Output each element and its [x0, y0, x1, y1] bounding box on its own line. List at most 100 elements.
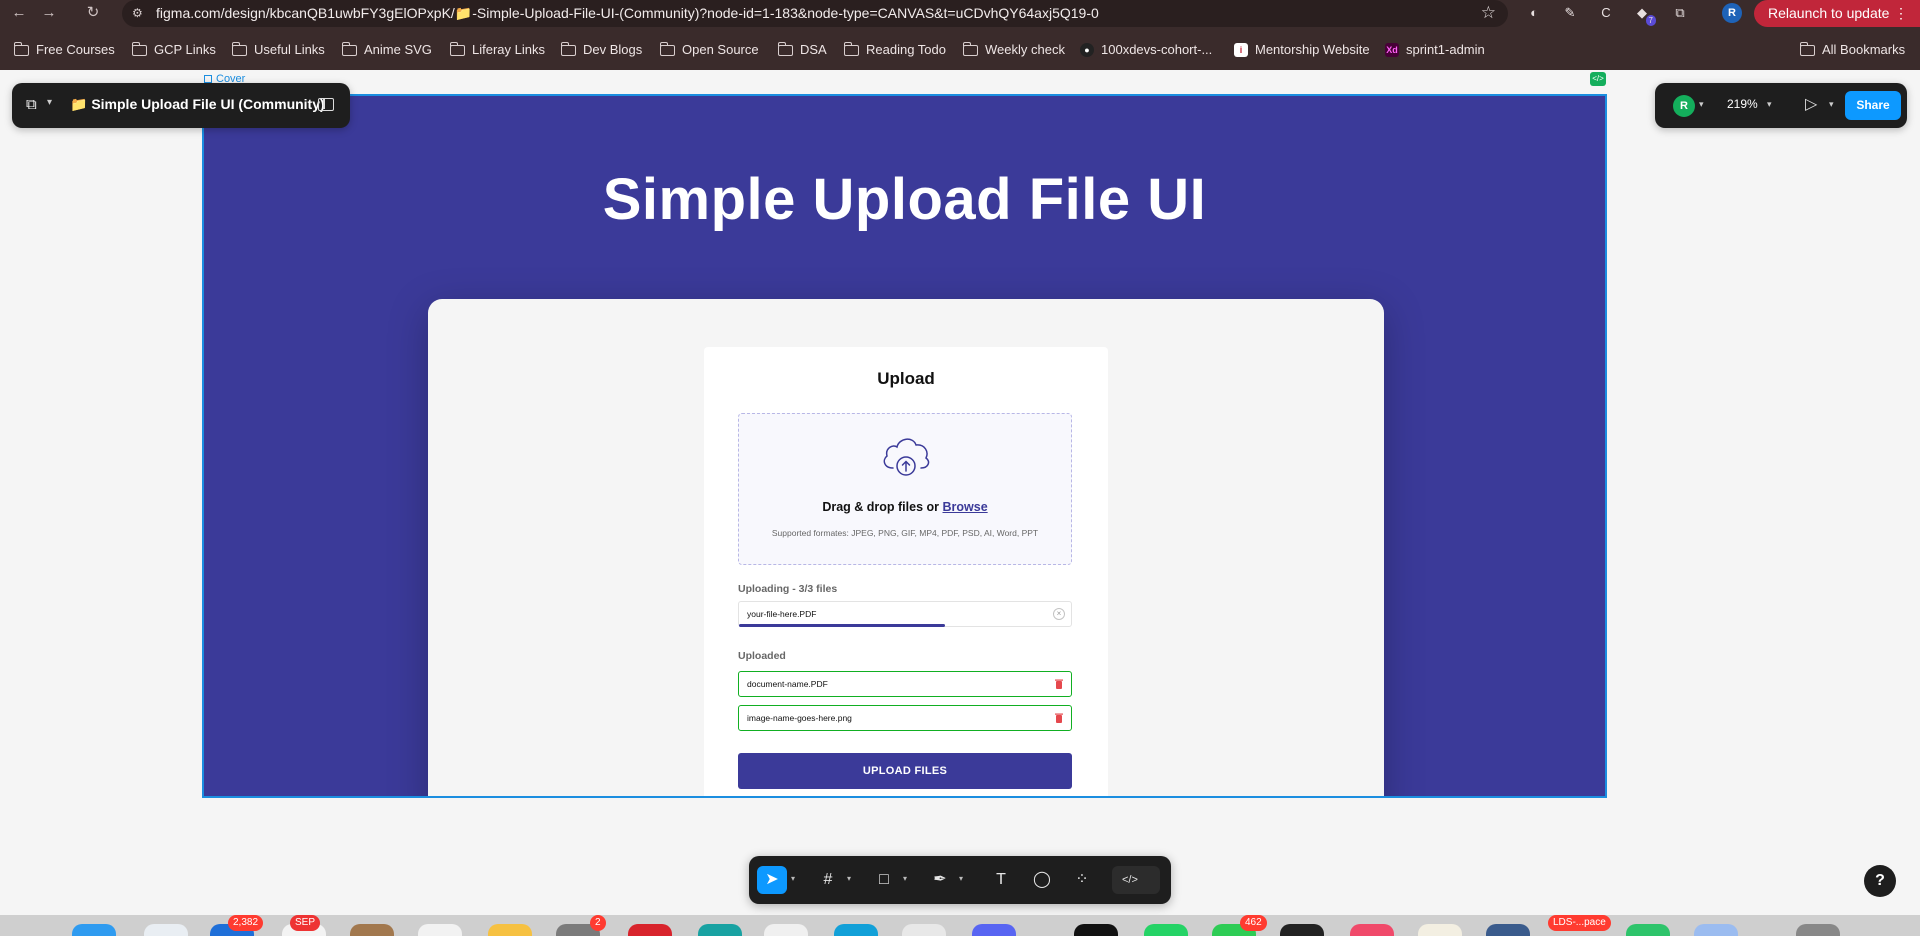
app-icon[interactable] — [1626, 924, 1670, 936]
comment-tool-icon[interactable]: ◯ — [1027, 866, 1057, 894]
extension-badge: 7 — [1645, 15, 1656, 26]
pen-tool-icon[interactable]: ✒ — [925, 866, 955, 894]
app-icon[interactable] — [1694, 924, 1738, 936]
safari-icon[interactable] — [144, 924, 188, 936]
preview-panel: Upload Drag & drop files or Browse Suppo… — [428, 299, 1384, 796]
chevron-down-icon[interactable]: ▾ — [1699, 99, 1704, 110]
extension-c-icon[interactable]: C — [1596, 3, 1616, 23]
mail-badge: 2,382 — [228, 915, 264, 931]
app-icon[interactable] — [1418, 924, 1462, 936]
figma-canvas[interactable]: Cover </> Simple Upload File UI Upload D… — [0, 70, 1920, 915]
browser-toolbar: ← → ↻ ⚙ figma.com/design/kbcanQB1uwbFY3g… — [0, 0, 1920, 27]
chevron-down-icon[interactable]: ▾ — [1829, 99, 1834, 110]
figma-toolbar: ➤ ▾ # ▾ □ ▾ ✒ ▾ T ◯ ⁘ </> — [749, 856, 1171, 904]
chevron-down-icon[interactable]: ▾ — [47, 97, 52, 108]
back-icon[interactable]: ← — [8, 2, 30, 24]
figma-menu-icon[interactable]: ⧉ — [26, 96, 37, 113]
address-bar[interactable]: ⚙ figma.com/design/kbcanQB1uwbFY3gElOPxp… — [122, 0, 1508, 27]
app-icon[interactable] — [1350, 924, 1394, 936]
present-play-icon[interactable]: ▷ — [1805, 94, 1817, 114]
app-icon[interactable] — [764, 924, 808, 936]
reload-icon[interactable]: ↻ — [82, 2, 104, 24]
app-icon[interactable] — [1486, 924, 1530, 936]
github-icon: ● — [1080, 43, 1094, 57]
rectangle-tool-icon[interactable]: □ — [869, 866, 899, 894]
bookmark-folder[interactable]: Liferay Links — [449, 36, 545, 64]
delete-icon[interactable] — [1055, 679, 1063, 689]
folder-icon — [449, 41, 465, 56]
app-icon[interactable] — [834, 924, 878, 936]
extension-icon[interactable]: ◐ — [1524, 3, 1544, 23]
site-settings-icon[interactable]: ⚙ — [132, 5, 148, 21]
cover-title: Simple Upload File UI — [602, 167, 1207, 232]
toggle-sidebar-icon[interactable] — [318, 98, 334, 111]
file-title[interactable]: 📁 Simple Upload File UI (Community) — [70, 96, 325, 113]
extension-pen-icon[interactable]: ✎ — [1560, 3, 1580, 23]
bookmark-folder[interactable]: Useful Links — [231, 36, 325, 64]
bookmark-folder[interactable]: Free Courses — [13, 36, 115, 64]
bookmark-folder[interactable]: Weekly check — [962, 36, 1065, 64]
whatsapp-icon[interactable] — [1144, 924, 1188, 936]
folder-icon — [131, 41, 147, 56]
reminders-icon[interactable] — [418, 924, 462, 936]
dropzone[interactable]: Drag & drop files or Browse Supported fo… — [738, 413, 1072, 565]
chevron-down-icon[interactable]: ▾ — [1767, 99, 1772, 110]
cover-frame[interactable]: Simple Upload File UI Upload Drag & drop… — [202, 94, 1607, 798]
stickies-icon[interactable] — [488, 924, 532, 936]
app-icon[interactable] — [1280, 924, 1324, 936]
bookmark-folder[interactable]: Anime SVG — [341, 36, 432, 64]
forward-icon[interactable]: → — [38, 2, 60, 24]
discord-icon[interactable] — [972, 924, 1016, 936]
chevron-down-icon[interactable]: ▾ — [959, 874, 963, 883]
relaunch-label: Relaunch to update — [1768, 5, 1890, 21]
notes-icon[interactable] — [350, 924, 394, 936]
bookmark-link[interactable]: Xd sprint1-admin — [1385, 36, 1485, 64]
extensions-puzzle-icon[interactable]: ⧉ — [1670, 3, 1690, 23]
app-icon[interactable] — [902, 924, 946, 936]
frame-icon — [204, 75, 212, 83]
folder-icon — [560, 41, 576, 56]
all-bookmarks[interactable]: All Bookmarks — [1799, 36, 1905, 64]
app-badge: LDS-...pace — [1548, 915, 1611, 931]
move-tool-icon[interactable]: ➤ — [757, 866, 787, 894]
browse-link[interactable]: Browse — [943, 500, 988, 514]
menu-dots-icon[interactable]: ⋮ — [1894, 0, 1908, 27]
folder-icon — [231, 41, 247, 56]
delete-icon[interactable] — [1055, 713, 1063, 723]
bookmark-star-icon[interactable]: ☆ — [1481, 2, 1496, 24]
chevron-down-icon[interactable]: ▾ — [847, 874, 851, 883]
dev-mode-toggle-icon[interactable]: </> — [1112, 866, 1160, 894]
settings-badge: 2 — [590, 915, 606, 931]
terminal-icon[interactable] — [1074, 924, 1118, 936]
profile-avatar[interactable]: R — [1722, 3, 1742, 23]
actions-tool-icon[interactable]: ⁘ — [1067, 866, 1097, 894]
app-icon[interactable] — [628, 924, 672, 936]
frame-tool-icon[interactable]: # — [813, 866, 843, 894]
upload-files-button[interactable]: UPLOAD FILES — [738, 753, 1072, 789]
zoom-level[interactable]: 219% — [1727, 97, 1758, 111]
chevron-down-icon[interactable]: ▾ — [791, 874, 795, 883]
bookmark-folder[interactable]: Open Source — [659, 36, 759, 64]
help-button[interactable]: ? — [1864, 865, 1896, 897]
bookmark-folder[interactable]: DSA — [777, 36, 827, 64]
dev-mode-chip-icon[interactable]: </> — [1590, 72, 1606, 86]
bookmark-folder[interactable]: Dev Blogs — [560, 36, 642, 64]
bookmark-folder[interactable]: Reading Todo — [843, 36, 946, 64]
bookmark-link[interactable]: ● 100xdevs-cohort-... — [1080, 36, 1212, 64]
folder-icon — [962, 41, 978, 56]
relaunch-button[interactable]: Relaunch to update ⋮ — [1754, 0, 1920, 27]
url-text[interactable]: figma.com/design/kbcanQB1uwbFY3gElOPxpK/… — [156, 0, 1099, 27]
trash-icon[interactable] — [1796, 924, 1840, 936]
bookmark-link[interactable]: i Mentorship Website — [1234, 36, 1370, 64]
cancel-upload-icon[interactable]: × — [1053, 608, 1065, 620]
chevron-down-icon[interactable]: ▾ — [903, 874, 907, 883]
share-button[interactable]: Share — [1845, 91, 1901, 120]
browser-chrome: ← → ↻ ⚙ figma.com/design/kbcanQB1uwbFY3g… — [0, 0, 1920, 70]
bookmark-folder[interactable]: GCP Links — [131, 36, 216, 64]
text-tool-icon[interactable]: T — [986, 866, 1016, 894]
user-avatar[interactable]: R — [1673, 95, 1695, 117]
finder-icon[interactable] — [72, 924, 116, 936]
xd-icon: Xd — [1385, 43, 1399, 57]
app-icon[interactable] — [698, 924, 742, 936]
extension-badge-icon[interactable]: ◆ 7 — [1632, 3, 1656, 26]
